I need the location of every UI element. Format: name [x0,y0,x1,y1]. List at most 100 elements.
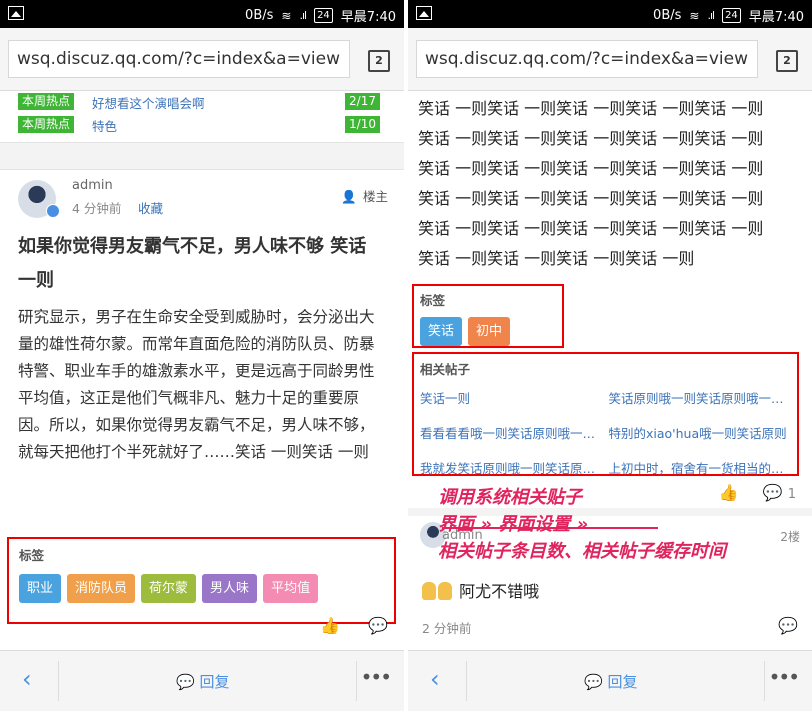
body-line: 笑话 一则笑话 一则笑话 一则笑话 一则 [418,249,695,268]
post-time: 4 分钟前 [72,201,122,216]
network-speed: 0B/s [245,8,274,23]
browser-toolbar: wsq.discuz.qq.com/?c=index&a=view 2 [0,28,404,91]
status-bar: 0B/s ≋ .ıl 24 早晨7:40 [0,0,404,28]
related-post-link[interactable]: 笑话一则 [420,388,603,407]
post-actions: 👍 💬 1 [719,483,796,502]
post-title: 如果你觉得男友霸气不足，男人味不够 笑话 一则 [18,236,367,291]
user-badge-icon [46,204,60,218]
reply-label: 回复 [607,673,638,691]
body-line: 笑话 一则笑话 一则笑话 一则笑话 一则笑话 一则 [418,99,764,118]
separator [764,661,765,701]
bottom-bar: ‹ 💬 回复 ••• [408,650,812,711]
hot-title[interactable]: 特色 [92,116,117,135]
hot-badge: 本周热点 [18,93,75,110]
comment-icon[interactable]: 💬 [778,616,798,635]
reply-button[interactable]: 💬 回复 [584,671,637,692]
hot-item[interactable]: 本周热点 好想看这个演唱会啊 2/17 [0,90,404,113]
tag-list: 笑话 初中 [420,317,556,346]
body-line: 笑话 一则笑话 一则笑话 一则笑话 一则笑话 一则 [418,219,764,238]
reply-message: 阿尤不错哦 [459,582,540,601]
post-body: 笑话 一则笑话 一则笑话 一则笑话 一则笑话 一则 笑话 一则笑话 一则笑话 一… [408,94,812,274]
annotation-line: 界面 » 界面设置 » [438,514,589,535]
like-icon[interactable]: 👍 [719,483,739,502]
related-label: 相关帖子 [420,362,471,377]
more-icon[interactable]: ••• [361,665,392,689]
signal-icon: .ıl [707,9,715,22]
right-screen: 0B/s ≋ .ıl 24 早晨7:40 wsq.discuz.qq.com/?… [408,0,812,711]
section-divider [0,142,404,170]
related-post-link[interactable]: 特别的xiao'hua哦一则笑话原则 [609,423,792,442]
related-post-link[interactable]: 看看看看哦一则笑话原则哦一则笑话 [420,423,603,442]
back-button[interactable]: ‹ [22,665,32,693]
clock: 早晨7:40 [340,10,396,25]
reply-floor: 2楼 [780,530,800,544]
tag[interactable]: 笑话 [420,317,463,346]
tags-label: 标签 [19,548,45,563]
related-list: 笑话一则 笑话原则哦一则笑话原则哦一则笑话 看看看看哦一则笑话原则哦一则笑话 特… [420,388,791,477]
tags-section: 标签 笑话 初中 [412,284,564,348]
annotation-line: 相关帖子条目数、相关帖子缓存时间 [438,541,726,562]
image-icon [8,6,24,20]
reply-label: 回复 [199,673,230,691]
tags-section: 标签 职业 消防队员 荷尔蒙 男人味 平均值 [7,537,396,624]
hot-count: 2/17 [345,93,380,110]
more-icon[interactable]: ••• [769,665,800,689]
related-post-link[interactable]: 我就发笑话原则哦一则笑话原则哦 [420,458,603,477]
tag-list: 职业 消防队员 荷尔蒙 男人味 平均值 [19,574,384,603]
reply-time: 2 分钟前 [422,621,472,636]
battery-icon: 24 [314,8,333,23]
tab-count-button[interactable]: 2 [368,50,390,72]
tags-label: 标签 [420,293,446,308]
status-bar: 0B/s ≋ .ıl 24 早晨7:40 [408,0,812,28]
url-input[interactable]: wsq.discuz.qq.com/?c=index&a=view [416,40,758,78]
tag[interactable]: 职业 [19,574,62,603]
comment-count: 1 [787,487,796,502]
post-body: 研究显示，男子在生命安全受到威胁时，会分泌出大量的雄性荷尔蒙。而常年直面危险的消… [18,308,375,461]
hot-title[interactable]: 好想看这个演唱会啊 [92,93,205,112]
hand-icon [438,582,452,600]
hot-badge: 本周热点 [18,116,75,133]
post-header: admin 4 分钟前 收藏 👤 楼主 [0,170,404,226]
author-name[interactable]: admin [72,178,113,193]
hot-item[interactable]: 本周热点 特色 1/10 [0,113,404,136]
tag[interactable]: 平均值 [263,574,319,603]
reply-button[interactable]: 💬 回复 [176,671,229,692]
hot-count: 1/10 [345,116,380,133]
back-button[interactable]: ‹ [430,665,440,693]
signal-icon: .ıl [299,9,307,22]
floor-text: 楼主 [362,189,388,204]
body-line: 笑话 一则笑话 一则笑话 一则笑话 一则笑话 一则 [418,159,764,178]
comment-icon[interactable]: 💬 [368,616,388,635]
hand-icon [422,582,436,600]
tab-count-button[interactable]: 2 [776,50,798,72]
annotation-underline [442,527,658,529]
related-posts-section: 相关帖子 笑话一则 笑话原则哦一则笑话原则哦一则笑话 看看看看哦一则笑话原则哦一… [412,352,799,476]
post-actions: 👍 💬 [320,616,388,635]
tag[interactable]: 消防队员 [67,574,136,603]
wifi-icon: ≋ [281,8,292,23]
favorite-link[interactable]: 收藏 [138,198,163,217]
like-icon[interactable]: 👍 [320,616,340,635]
reply-icon: 💬 [176,673,195,691]
related-post-link[interactable]: 笑话原则哦一则笑话原则哦一则笑话 [609,388,792,407]
comment-icon: 💬 [762,483,783,502]
tag[interactable]: 男人味 [202,574,258,603]
network-speed: 0B/s [653,8,682,23]
separator [356,661,357,701]
url-input[interactable]: wsq.discuz.qq.com/?c=index&a=view [8,40,350,78]
left-screen: 0B/s ≋ .ıl 24 早晨7:40 wsq.discuz.qq.com/?… [0,0,404,711]
body-line: 笑话 一则笑话 一则笑话 一则笑话 一则笑话 一则 [418,129,764,148]
clock: 早晨7:40 [748,10,804,25]
related-post-link[interactable]: 上初中时，宿舍有一货相当的猥琐 [609,458,792,477]
bottom-bar: ‹ 💬 回复 ••• [0,650,404,711]
floor-label: 👤 楼主 [341,186,388,205]
tag[interactable]: 荷尔蒙 [141,574,197,603]
comment-button[interactable]: 💬 1 [763,483,796,502]
battery-icon: 24 [722,8,741,23]
wifi-icon: ≋ [689,8,700,23]
reply-text: 阿尤不错哦 [422,578,539,602]
user-icon: 👤 [341,189,357,204]
image-icon [416,6,432,20]
separator [466,661,467,701]
tag[interactable]: 初中 [468,317,511,346]
